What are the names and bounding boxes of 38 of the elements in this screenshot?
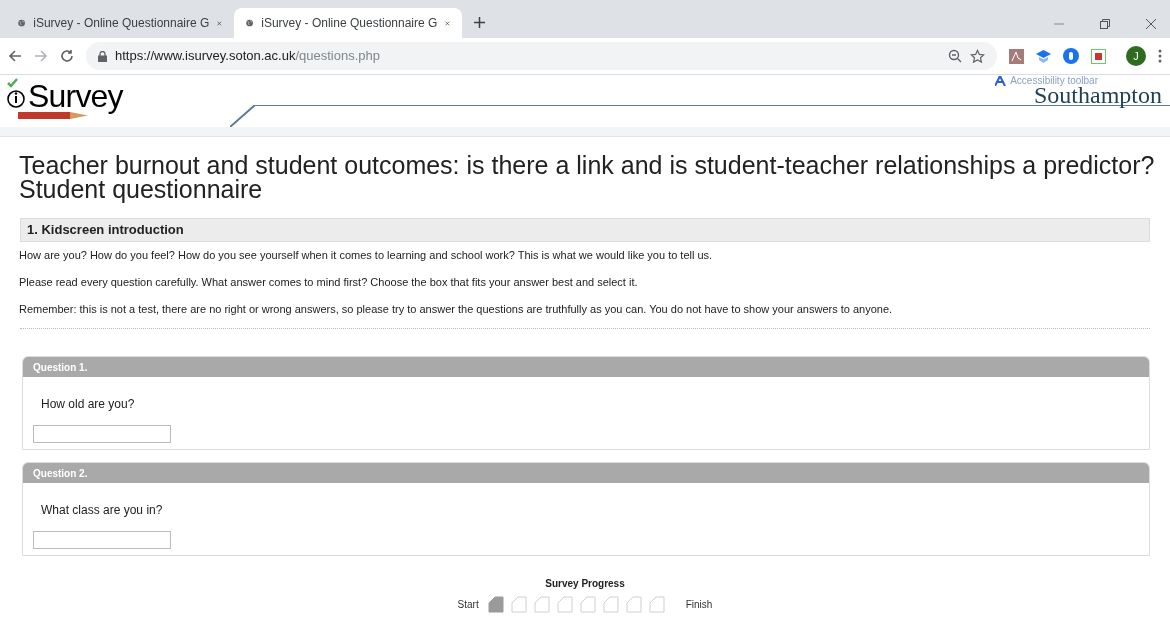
- intro-paragraph: Please read every question carefully. What answer comes to mind first? Choose the box that fits your answer best and select it.: [19, 276, 639, 289]
- browser-tab[interactable]: iSurvey - Online Questionnaire G: [234, 8, 462, 38]
- extension-icon[interactable]: [1063, 48, 1079, 64]
- tab-title: iSurvey - Online Questionnaire G: [261, 15, 438, 32]
- lock-icon: [98, 50, 107, 62]
- tab-title: iSurvey - Online Questionnaire G: [33, 15, 210, 32]
- progress-start-label: Start: [457, 598, 479, 612]
- back-icon[interactable]: [8, 49, 22, 63]
- accessibility-icon: [995, 76, 1007, 86]
- address-bar[interactable]: https://www.isurvey.soton.ac.uk/questions.php: [86, 42, 997, 70]
- section-header: 1. Kidscreen introduction: [20, 218, 1150, 242]
- intro-paragraph: How are you? How do you feel? How do you see yourself when it comes to learning and school work? This is what we would like you to tell us.: [19, 249, 714, 262]
- extension-icon[interactable]: [1036, 49, 1051, 63]
- profile-avatar[interactable]: J: [1126, 46, 1146, 66]
- extension-icon[interactable]: [1091, 48, 1106, 64]
- question-text: What class are you in?: [40, 502, 164, 519]
- pdf-extension-icon[interactable]: [1009, 48, 1024, 64]
- new-tab-icon[interactable]: [474, 17, 485, 28]
- question-text: How old are you?: [40, 396, 136, 413]
- menu-icon[interactable]: [1158, 49, 1162, 63]
- question-label: Question 2.: [23, 463, 1149, 483]
- star-icon[interactable]: [970, 48, 985, 64]
- restore-icon[interactable]: [1100, 19, 1110, 29]
- logo-mark-icon: [6, 77, 28, 111]
- progress-finish-label: Finish: [685, 598, 713, 612]
- close-icon[interactable]: [445, 18, 450, 28]
- close-icon[interactable]: [1146, 19, 1156, 29]
- logo-text: Survey: [28, 79, 123, 113]
- url-text: https://www.isurvey.soton.ac.uk/questions.php: [115, 47, 380, 66]
- progress-title: Survey Progress: [545, 577, 625, 591]
- question-label: Question 1.: [23, 357, 1149, 377]
- answer-field[interactable]: [33, 531, 171, 549]
- intro-paragraph: Remember: this is not a test, there are no right or wrong answers, so please try to answer the questions are truthfully as you can. You do not have to show your answers to anyone.: [19, 303, 894, 316]
- zoom-out-icon[interactable]: [948, 49, 962, 63]
- reload-icon[interactable]: [60, 49, 74, 63]
- close-icon[interactable]: [217, 18, 222, 28]
- survey-subtitle: Student questionnaire: [19, 177, 264, 201]
- answer-field[interactable]: [33, 425, 171, 443]
